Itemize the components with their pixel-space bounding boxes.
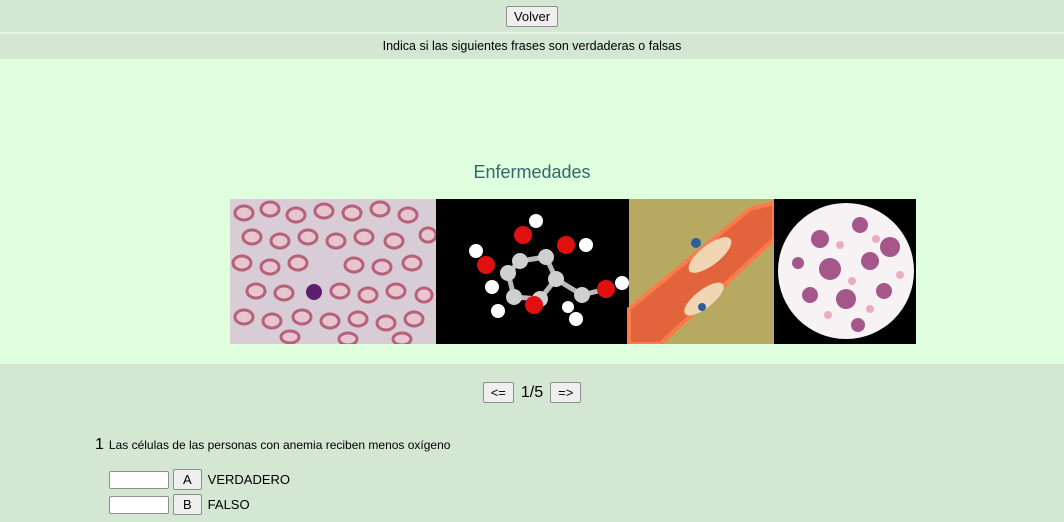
option-a-button[interactable]: A <box>173 469 202 490</box>
leukemia-cells-image <box>774 199 916 344</box>
content-area: Enfermedades <box>0 59 1064 364</box>
option-b-input[interactable] <box>109 495 169 514</box>
option-b: B FALSO <box>109 494 250 515</box>
question-number: 1 <box>95 436 104 453</box>
molecule-image <box>436 199 629 344</box>
next-page-button[interactable]: => <box>550 382 582 403</box>
back-button[interactable]: Volver <box>505 5 559 27</box>
blood-vessel-image <box>627 199 776 344</box>
image-strip <box>230 199 916 344</box>
instruction-bar: Indica si las siguientes frases son verd… <box>0 34 1064 58</box>
option-a: A VERDADERO <box>109 469 290 490</box>
blood-smear-image <box>230 199 438 344</box>
prev-page-button[interactable]: <= <box>482 382 514 403</box>
option-a-input[interactable] <box>109 470 169 489</box>
option-b-button[interactable]: B <box>173 494 202 515</box>
pagination: <= 1/5 => <box>0 382 1064 403</box>
option-a-label: VERDADERO <box>207 472 291 487</box>
option-b-label: FALSO <box>207 497 250 512</box>
page-indicator: 1/5 <box>520 383 544 401</box>
top-bar: Volver <box>0 0 1064 34</box>
section-title: Enfermedades <box>473 162 591 182</box>
question: 1 Las células de las personas con anemia… <box>95 436 450 454</box>
question-text: Las células de las personas con anemia r… <box>108 438 451 452</box>
instruction-text: Indica si las siguientes frases son verd… <box>382 39 682 53</box>
